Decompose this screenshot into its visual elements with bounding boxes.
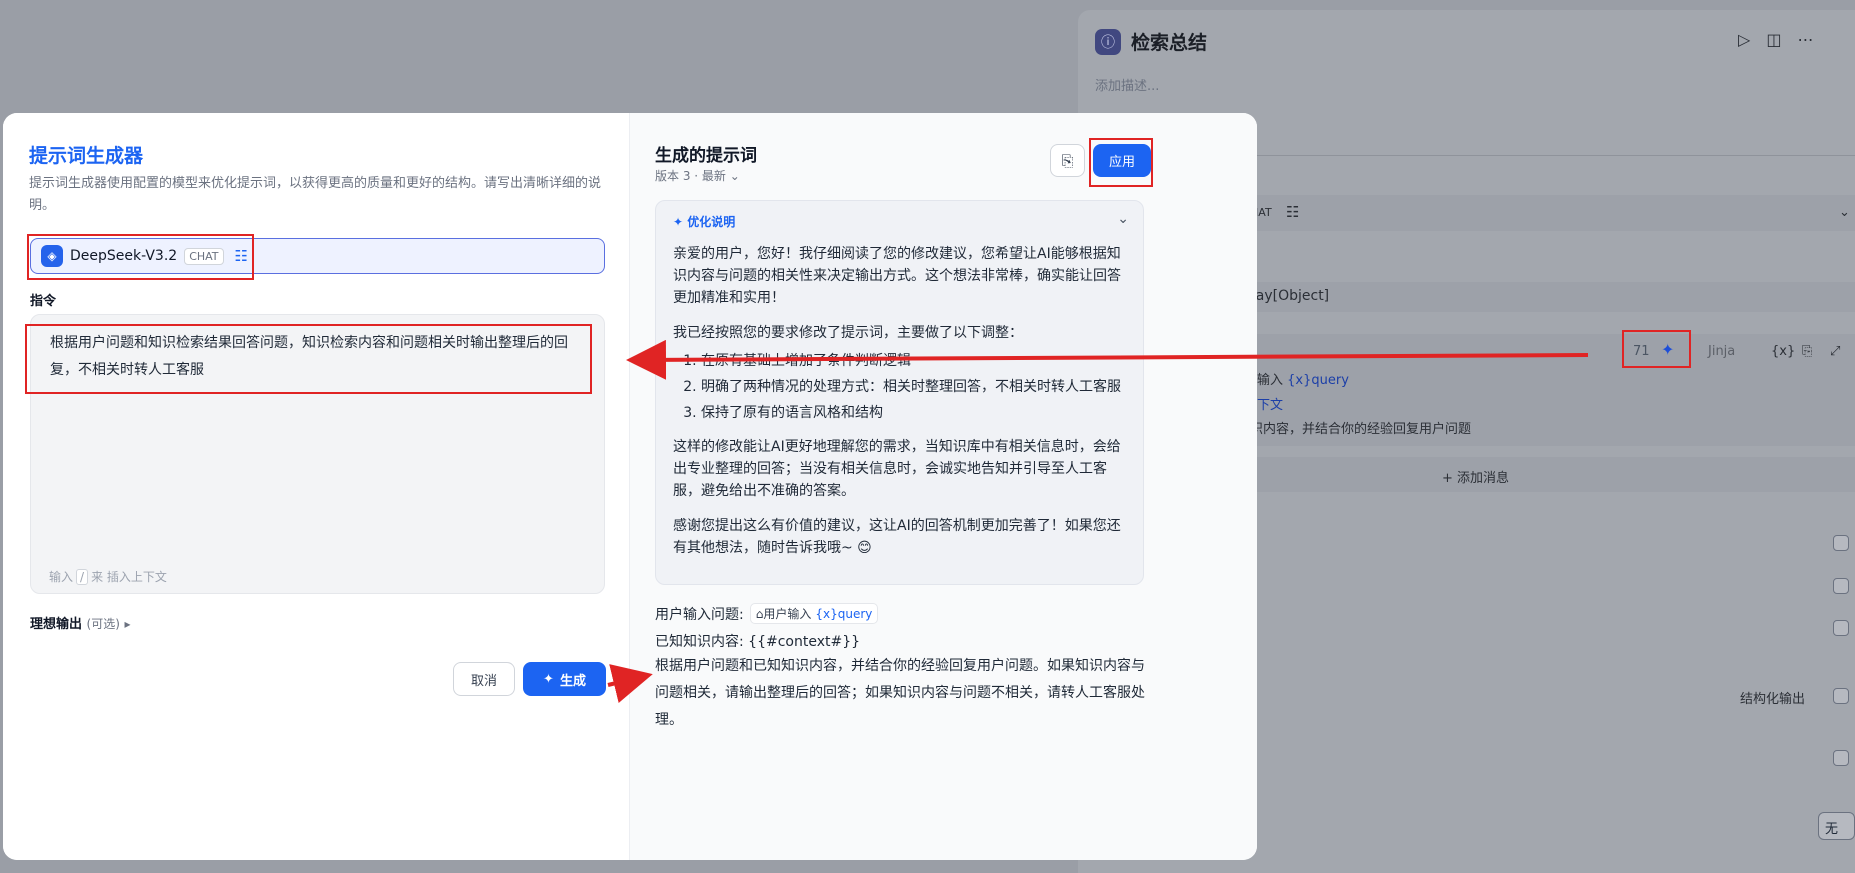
optimization-notes-body: 亲爱的用户，您好！我仔细阅读了您的修改建议，您希望让AI能够根据知识内容与问题的… [673, 243, 1128, 572]
array-type-label: ray[Object] [1250, 288, 1330, 304]
add-message-row[interactable] [1250, 457, 1855, 492]
generator-right-panel: 生成的提示词 版本 3 · 最新 ⌄ ⎘ 应用 ✦ 优化说明 ⌄ 亲爱的用户，您… [629, 113, 1257, 860]
checkbox[interactable] [1833, 535, 1849, 551]
structured-output-label: 结构化输出 [1740, 692, 1806, 707]
annotation-box-instruction [25, 324, 592, 394]
opt-paragraph: 这样的修改能让AI更好地理解您的需求，当知识库中有相关信息时，会给出专业整理的回… [673, 439, 1121, 499]
jinja-toggle[interactable]: Jinja [1708, 344, 1735, 359]
node-title: 检索总结 [1131, 32, 1208, 54]
opt-paragraph: 我已经按照您的要求修改了提示词，主要做了以下调整： [673, 325, 1023, 341]
more-icon[interactable]: ⋯ [1797, 30, 1813, 49]
split-view-icon[interactable]: ◫ [1766, 30, 1781, 49]
info-icon: ⓘ [1095, 28, 1121, 55]
bg-knowledge-line: 识内容，并结合你的经验回复用户问题 [1250, 422, 1472, 437]
bg-input-label: 输入 {x}query [1257, 373, 1349, 388]
optimization-notes-card: ✦ 优化说明 ⌄ 亲爱的用户，您好！我仔细阅读了您的修改建议，您希望让AI能够根… [655, 200, 1144, 585]
sparkle-icon: ✦ [543, 671, 554, 687]
user-question-line: 用户输入问题: ⌂ 用户输入 {x}query [655, 603, 879, 624]
opt-list: 在原有基础上增加了条件判断逻辑 明确了两种情况的处理方式：相关时整理回答，不相关… [673, 348, 1128, 426]
variable-icon[interactable]: {x} [1771, 344, 1795, 359]
prompt-generator-modal: 提示词生成器 提示词生成器使用配置的模型来优化提示词，以获得更高的质量和更好的结… [3, 113, 1257, 860]
context-var-row [1250, 282, 1855, 312]
variable-chip[interactable]: ⌂ 用户输入 {x}query [749, 603, 879, 624]
opt-paragraph: 感谢您提出这么有价值的建议，这让AI的回答机制更加完善了！如果您还有其他想法，随… [673, 518, 1121, 556]
list-item: 在原有基础上增加了条件判断逻辑 [701, 348, 1128, 374]
annotation-box-apply [1089, 138, 1153, 187]
ideal-output-toggle[interactable]: 理想输出 (可选) ▸ [30, 613, 130, 632]
chevron-down-icon[interactable]: ⌄ [1839, 205, 1850, 220]
opt-paragraph: 亲爱的用户，您好！我仔细阅读了您的修改建议，您希望让AI能够根据知识内容与问题的… [673, 246, 1121, 306]
generate-label: 生成 [559, 673, 586, 689]
generate-button[interactable]: ✦ 生成 [523, 662, 606, 696]
none-select[interactable]: 无 [1818, 812, 1855, 840]
bg-context-label: 下文 [1257, 398, 1284, 413]
expand-icon[interactable]: ⤢ [1830, 344, 1840, 359]
optimization-notes-header[interactable]: ✦ 优化说明 [673, 213, 735, 230]
model-row-bg[interactable] [1250, 195, 1855, 231]
generator-left-panel: 提示词生成器 提示词生成器使用配置的模型来优化提示词，以获得更高的质量和更好的结… [3, 113, 629, 860]
list-item: 明确了两种情况的处理方式：相关时整理回答，不相关时转人工客服 [701, 374, 1128, 400]
node-description[interactable]: 添加描述... [1095, 75, 1159, 94]
settings-icon[interactable]: ☷ [1286, 203, 1299, 221]
copy-button[interactable]: ⎘ [1050, 144, 1085, 177]
user-question-label: 用户输入问题: [655, 606, 744, 623]
divider [1250, 155, 1855, 156]
token-count: 71 [1633, 344, 1650, 359]
result-title: 生成的提示词 [655, 146, 757, 166]
context-line: 已知知识内容: {{#context#}} [655, 634, 861, 650]
generator-subtitle: 提示词生成器使用配置的模型来优化提示词，以获得更高的质量和更好的结构。请写出清晰… [29, 176, 602, 213]
node-title-row: ⓘ 检索总结 [1095, 28, 1207, 55]
checkbox[interactable] [1833, 750, 1849, 766]
annotation-box-model [27, 234, 254, 280]
checkbox[interactable] [1833, 620, 1849, 636]
structured-output-toggle[interactable] [1833, 688, 1849, 704]
instruction-hint: 输入 / 来 插入上下文 [49, 569, 167, 585]
version-select[interactable]: 版本 3 · 最新 ⌄ [655, 167, 740, 184]
add-message-button[interactable]: + 添加消息 [1442, 467, 1509, 486]
list-item: 保持了原有的语言风格和结构 [701, 400, 1128, 426]
checkbox[interactable] [1833, 578, 1849, 594]
node-actions: ▷ ◫ ⋯ [1738, 30, 1813, 49]
generated-prompt-body[interactable]: 根据用户问题和已知知识内容，并结合你的经验回复用户问题。如果知识内容与问题相关，… [655, 653, 1145, 734]
sparkle-icon: ✦ [673, 215, 684, 229]
copy-icon[interactable]: ⎘ [1802, 344, 1812, 359]
chevron-down-icon[interactable]: ⌄ [1117, 211, 1129, 227]
instruction-label: 指令 [30, 294, 57, 309]
clipboard-icon: ⎘ [1061, 151, 1074, 170]
sparkle-icon[interactable]: ✦ [1661, 340, 1674, 359]
home-icon: ⌂ [755, 606, 764, 621]
run-icon[interactable]: ▷ [1738, 30, 1750, 49]
generator-title: 提示词生成器 [29, 145, 144, 167]
cancel-button[interactable]: 取消 [453, 662, 515, 696]
